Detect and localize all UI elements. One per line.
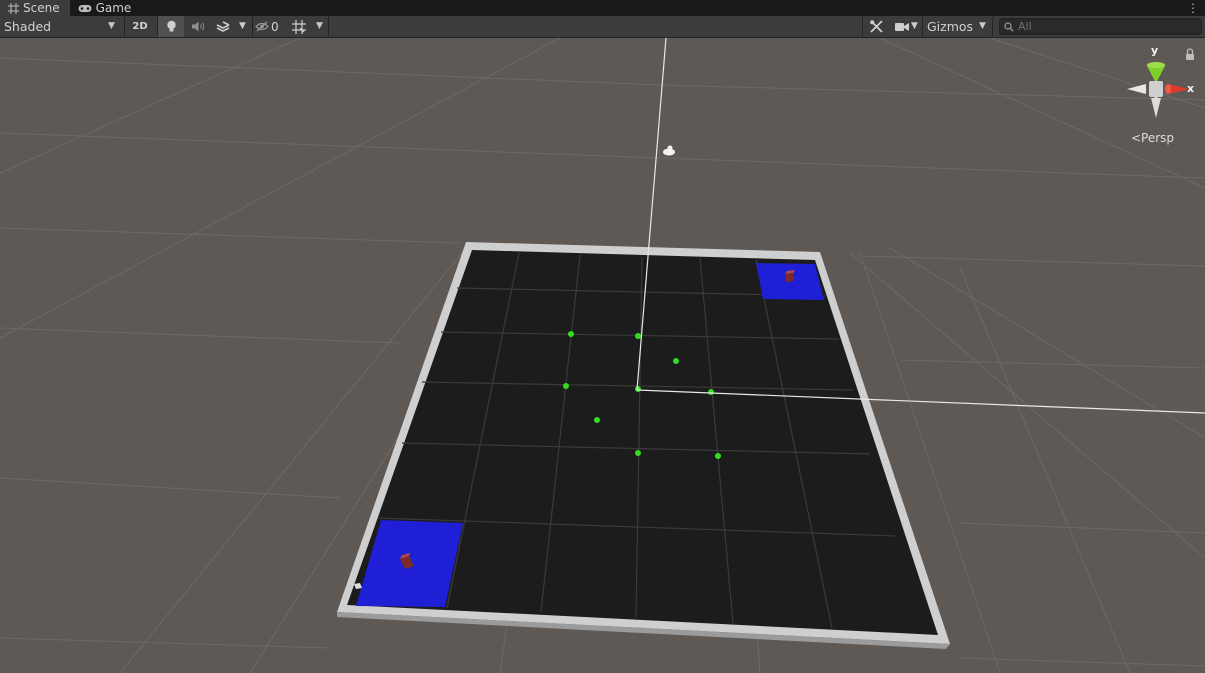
gizmos-chevron-down-icon[interactable]: ▼ <box>979 21 986 31</box>
wrench-cross-icon <box>869 20 883 33</box>
light-gizmo-icon[interactable] <box>663 145 675 156</box>
layers-icon <box>216 20 230 32</box>
lock-icon[interactable] <box>1186 48 1194 60</box>
lightbulb-icon <box>166 20 176 32</box>
gizmo-y-label: y <box>1151 44 1159 57</box>
toolbar-divider <box>992 17 993 36</box>
toolbar-divider <box>328 17 329 36</box>
projection-toggle[interactable]: <Persp <box>1131 131 1174 145</box>
hidden-count: 0 <box>271 19 279 34</box>
toggle-2d-button[interactable]: 2D <box>128 16 152 37</box>
speaker-icon <box>191 21 204 32</box>
board <box>337 242 950 649</box>
orientation-gizmo[interactable] <box>1127 62 1189 118</box>
tab-scene-label: Scene <box>23 1 60 15</box>
toolbar-divider <box>124 17 125 36</box>
tab-game[interactable]: Game <box>70 0 142 16</box>
audio-toggle-button[interactable] <box>185 16 211 37</box>
hidden-eye-icon <box>255 21 269 32</box>
toolbar-divider <box>862 17 863 36</box>
effects-toggle-button[interactable] <box>211 16 235 37</box>
scene-toolbar: Shaded ▼ 2D ▼ 0 ▼ ▼ Gizmos ▼ All <box>0 16 1205 38</box>
more-options-icon[interactable]: ⋮ <box>1187 1 1199 15</box>
chevron-down-icon: ▼ <box>108 21 115 31</box>
camera-icon <box>895 22 909 31</box>
search-input[interactable] <box>1018 20 1188 33</box>
grid-snap-icon <box>292 19 306 34</box>
tools-button[interactable] <box>864 16 888 37</box>
lighting-toggle-button[interactable] <box>158 16 184 37</box>
draw-mode-label: Shaded <box>4 19 52 34</box>
toolbar-divider <box>252 17 253 36</box>
hierarchy-search <box>999 18 1202 35</box>
gizmo-x-label: x <box>1187 82 1195 95</box>
tab-scene[interactable]: Scene <box>0 0 70 16</box>
gizmos-label: Gizmos <box>927 19 974 34</box>
scene-viewport[interactable]: y x <Persp <box>0 38 1205 673</box>
search-icon <box>1004 21 1014 31</box>
gizmos-button[interactable]: Gizmos <box>927 16 975 37</box>
scene-render <box>0 38 1205 673</box>
effects-chevron-down-icon[interactable]: ▼ <box>239 21 246 31</box>
toolbar-divider <box>922 17 923 36</box>
camera-settings-button[interactable] <box>891 16 913 37</box>
grid-chevron-down-icon[interactable]: ▼ <box>316 21 323 31</box>
camera-chevron-down-icon[interactable]: ▼ <box>911 21 918 31</box>
scene-visibility-button[interactable]: 0 <box>255 16 285 37</box>
scene-tab-bar: Scene Game ⋮ <box>0 0 1205 16</box>
draw-mode-dropdown[interactable]: Shaded ▼ <box>4 16 120 37</box>
tab-game-label: Game <box>95 1 132 15</box>
gamepad-icon <box>78 4 92 12</box>
grid-icon <box>8 2 19 14</box>
toggle-2d-label: 2D <box>132 21 148 32</box>
grid-snap-toggle-button[interactable] <box>287 16 311 37</box>
